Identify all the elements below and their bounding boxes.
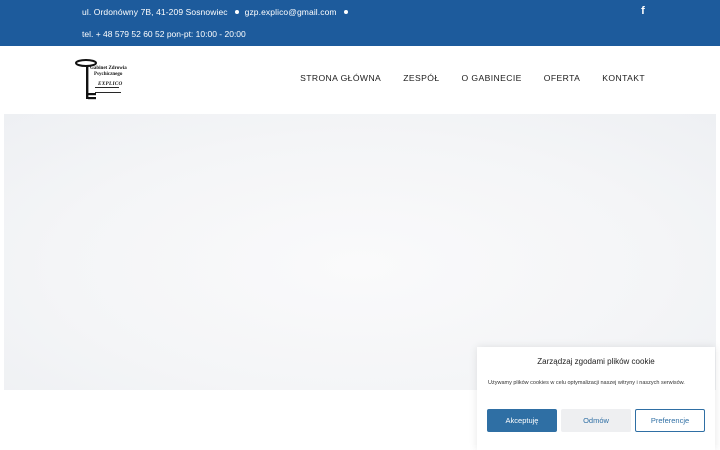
logo-line-1: Gabinet Zdrowia	[90, 66, 127, 71]
nav-item-team[interactable]: ZESPÓŁ	[403, 73, 439, 83]
email-link[interactable]: gzp.explico@gmail.com	[245, 7, 337, 17]
logo-line-2: Psychicznego	[94, 72, 123, 77]
deny-button[interactable]: Odmów	[561, 409, 631, 432]
nav-item-contact[interactable]: KONTAKT	[602, 73, 645, 83]
address-text: ul. Ordonówny 7B, 41-209 Sosnowiec	[82, 7, 228, 17]
contact-row: ul. Ordonówny 7B, 41-209 Sosnowiec gzp.e…	[82, 7, 354, 17]
logo-brand: EXPLICO	[98, 81, 123, 87]
separator-dot	[343, 10, 348, 14]
facebook-icon[interactable]: f	[638, 5, 648, 17]
top-info-bar: ul. Ordonówny 7B, 41-209 Sosnowiec gzp.e…	[0, 0, 720, 46]
main-nav: STRONA GŁÓWNA ZESPÓŁ O GABINECIE OFERTA …	[278, 73, 645, 83]
separator-dot	[234, 10, 239, 14]
cookie-title: Zarządzaj zgodami plików cookie	[537, 357, 655, 366]
nav-item-about[interactable]: O GABINECIE	[462, 73, 522, 83]
phone-hours-text[interactable]: tel. + 48 579 52 60 52 pon-pt: 10:00 - 2…	[82, 29, 246, 39]
cookie-text: Używamy plików cookies w celu optymaliza…	[488, 380, 685, 386]
preferences-button[interactable]: Preferencje	[635, 409, 705, 432]
site-logo[interactable]: Gabinet Zdrowia Psychicznego EXPLICO	[74, 59, 136, 101]
accept-button[interactable]: Akceptuję	[487, 409, 557, 432]
nav-item-home[interactable]: STRONA GŁÓWNA	[300, 73, 381, 83]
cookie-consent-banner: Zarządzaj zgodami plików cookie Używamy …	[477, 347, 715, 450]
site-header: Gabinet Zdrowia Psychicznego EXPLICO STR…	[0, 46, 720, 114]
nav-item-offer[interactable]: OFERTA	[544, 73, 580, 83]
